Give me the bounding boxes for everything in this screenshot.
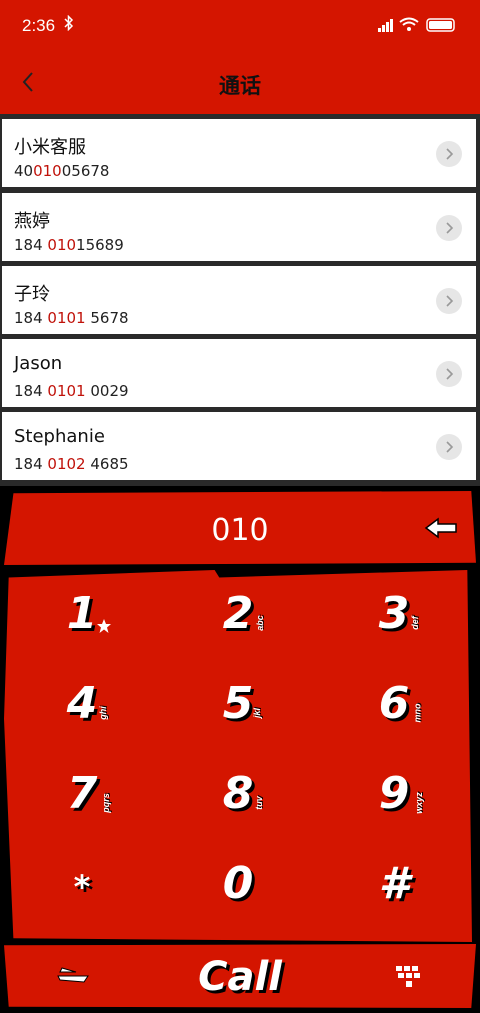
key-digit: 5 xyxy=(222,678,254,729)
key-0[interactable]: 0 xyxy=(160,840,316,930)
chevron-right-icon[interactable] xyxy=(436,141,462,167)
key-letters: mno xyxy=(412,703,423,723)
number-display: 010 xyxy=(4,491,476,565)
chevron-right-icon[interactable] xyxy=(436,434,462,460)
key-letters: wxyz xyxy=(413,792,424,814)
chevron-right-icon[interactable] xyxy=(436,361,462,387)
contact-number: 4001005678 xyxy=(14,162,110,180)
key-2[interactable]: 2 abc xyxy=(160,570,316,660)
key-letters: abc xyxy=(254,615,265,631)
contact-row[interactable]: 小米客服 4001005678 xyxy=(2,119,476,187)
key-letters: jkl xyxy=(252,707,263,719)
contact-number: 184 0101 0029 xyxy=(14,382,129,400)
contact-row[interactable]: Jason 184 0101 0029 xyxy=(2,339,476,407)
keypad: 1 2 abc 3 def 4 ghi 5 jkl 6 mno 7 pqrs 8 xyxy=(4,570,472,942)
contact-row[interactable]: 燕婷 184 01015689 xyxy=(2,193,476,261)
key-digit: * xyxy=(73,868,91,906)
page-title: 通话 xyxy=(219,74,261,98)
key-letters: def xyxy=(409,616,420,630)
contact-name: Stephanie xyxy=(14,426,105,447)
key-1[interactable]: 1 xyxy=(4,570,160,660)
contact-name: 小米客服 xyxy=(14,137,86,158)
contact-suggestions-list: 小米客服 4001005678 燕婷 184 01015689 子玲 184 0… xyxy=(0,114,480,486)
key-digit: 4 xyxy=(66,678,98,729)
key-digit: 7 xyxy=(66,768,98,819)
contact-number: 184 01015689 xyxy=(14,236,124,254)
signal-icon xyxy=(378,19,393,32)
key-letters: tuv xyxy=(253,796,264,810)
bluetooth-icon xyxy=(64,14,74,36)
contact-number: 184 0102 4685 xyxy=(14,455,129,473)
contact-row[interactable]: Stephanie 184 0102 4685 xyxy=(2,412,476,480)
key-star[interactable]: * xyxy=(4,840,160,930)
chevron-right-icon[interactable] xyxy=(436,288,462,314)
dialer-panel: 010 1 2 abc 3 def 4 ghi 5 jkl 6 mno 7 pq… xyxy=(0,486,480,1013)
call-bar: Call xyxy=(4,944,476,1008)
key-digit: 8 xyxy=(222,768,254,819)
status-icons xyxy=(378,16,458,39)
chevron-right-icon[interactable] xyxy=(436,215,462,241)
contact-name: 子玲 xyxy=(14,284,50,305)
key-letters: pqrs xyxy=(100,793,111,813)
key-4[interactable]: 4 ghi xyxy=(4,660,160,750)
key-hash[interactable]: # xyxy=(316,840,472,930)
contact-name: Jason xyxy=(14,353,63,374)
key-digit: 2 xyxy=(222,588,254,639)
key-6[interactable]: 6 mno xyxy=(316,660,472,750)
dialpad-icon[interactable] xyxy=(394,964,422,995)
key-digit: # xyxy=(378,858,410,909)
contact-number: 184 0101 5678 xyxy=(14,309,129,327)
key-7[interactable]: 7 pqrs xyxy=(4,750,160,840)
key-3[interactable]: 3 def xyxy=(316,570,472,660)
key-digit: 6 xyxy=(378,678,410,729)
status-time: 2:36 xyxy=(22,16,56,35)
dialed-number: 010 xyxy=(211,513,269,548)
key-5[interactable]: 5 jkl xyxy=(160,660,316,750)
star-icon xyxy=(96,618,112,639)
contact-name: 燕婷 xyxy=(14,211,50,232)
key-digit: 0 xyxy=(222,858,254,909)
key-9[interactable]: 9 wxyz xyxy=(316,750,472,840)
key-digit: 9 xyxy=(378,768,410,819)
key-letters: ghi xyxy=(97,706,108,720)
backspace-icon[interactable] xyxy=(424,517,458,544)
contact-row[interactable]: 子玲 184 0101 5678 xyxy=(2,266,476,334)
key-digit: 3 xyxy=(378,588,410,639)
wifi-icon xyxy=(399,17,419,31)
key-8[interactable]: 8 tuv xyxy=(160,750,316,840)
battery-icon xyxy=(426,18,455,32)
status-bar: 2:36 xyxy=(0,0,480,50)
key-digit: 1 xyxy=(66,588,98,639)
top-bar: 通话 xyxy=(0,50,480,114)
